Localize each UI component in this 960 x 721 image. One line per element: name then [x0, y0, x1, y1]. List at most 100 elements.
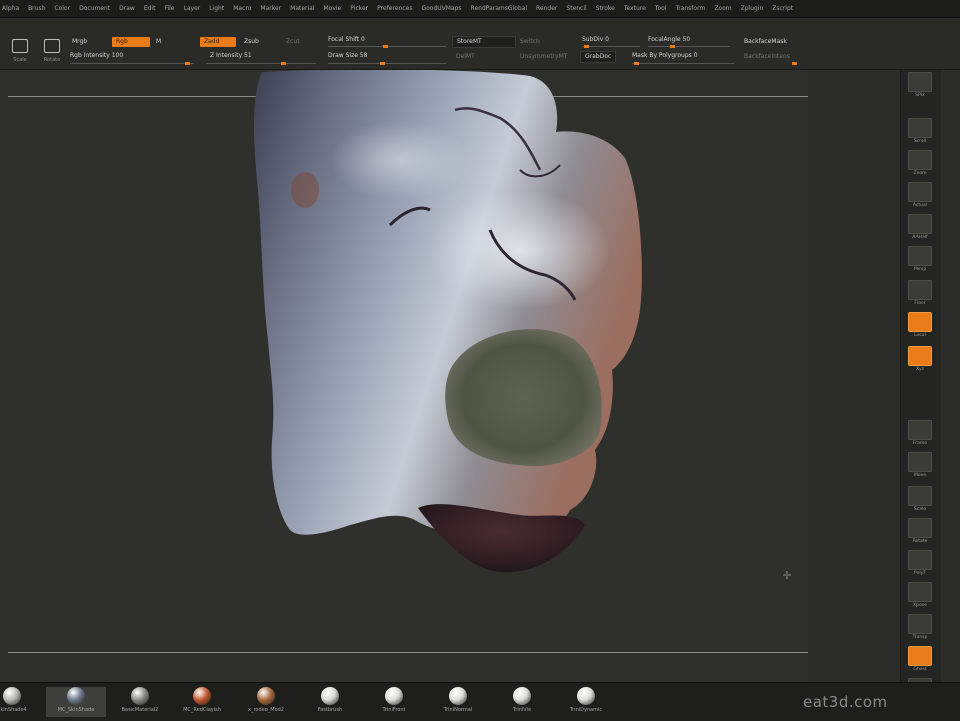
menu-item-picker[interactable]: Picker	[350, 5, 368, 12]
menu-item-transform[interactable]: Transform	[675, 5, 705, 12]
sidebar-button-label: PolyF	[914, 571, 926, 576]
polyf-icon	[908, 550, 932, 570]
mask-polygroups-track	[632, 63, 734, 64]
menu-item-tool[interactable]: Tool	[655, 5, 667, 12]
menu-item-layer[interactable]: Layer	[184, 5, 201, 12]
material-sphere-icon	[577, 687, 595, 705]
menu-item-zscript[interactable]: Zscript	[772, 5, 793, 12]
material-swatch[interactable]: TriniNormal	[428, 687, 488, 717]
sidebar-button-floor[interactable]: Floor	[906, 280, 934, 308]
material-sphere-icon	[131, 687, 149, 705]
backface-intensity-slider[interactable]: BackfaceIntens	[744, 52, 790, 62]
sidebar-button-xpose[interactable]: Xpose	[906, 582, 934, 610]
draw-size-knob[interactable]	[380, 62, 385, 65]
sidebar-button-actual[interactable]: Actual	[906, 182, 934, 210]
material-swatch[interactable]: TriniVie	[492, 687, 552, 717]
material-swatch[interactable]: TriniDynamic	[556, 687, 616, 717]
material-swatch[interactable]: Fastbrush	[300, 687, 360, 717]
sidebar-button-xyz[interactable]: Xyz	[906, 346, 934, 374]
del-mt-button[interactable]: DelMT	[456, 52, 475, 62]
menu-item-light[interactable]: Light	[209, 5, 224, 12]
menu-item-preferences[interactable]: Preferences	[377, 5, 412, 12]
focal-angle-slider[interactable]: FocalAngle 50	[648, 35, 690, 45]
sidebar-button-label: Move	[913, 473, 927, 478]
focal-shift-slider[interactable]: Focal Shift 0	[328, 35, 365, 45]
backface-mask-toggle[interactable]: BackfaceMask	[744, 37, 787, 47]
menu-item-marker[interactable]: Marker	[260, 5, 281, 12]
z-intensity-knob[interactable]	[281, 62, 286, 65]
menu-item-file[interactable]: File	[164, 5, 174, 12]
sidebar-button-transp[interactable]: Transp	[906, 614, 934, 642]
menu-item-brush[interactable]: Brush	[28, 5, 45, 12]
model-warm-spot	[291, 172, 319, 208]
menu-item-color[interactable]: Color	[54, 5, 70, 12]
mask-polygroups-slider[interactable]: Mask By Polygroups 0	[632, 51, 698, 61]
menu-item-draw[interactable]: Draw	[119, 5, 135, 12]
rotate-tool-button[interactable]: Rotate	[40, 37, 64, 65]
menu-item-rendparamsglobal[interactable]: RendParamsGlobal	[471, 5, 527, 12]
menu-item-stencil[interactable]: Stencil	[566, 5, 586, 12]
material-swatch[interactable]: MC_RedClayish	[172, 687, 232, 717]
grab-doc-button[interactable]: GrabDoc	[580, 51, 617, 63]
top-toolbar: Scale Rotate Mrgb Rgb M Rgb Intensity 10…	[0, 19, 960, 70]
material-swatch[interactable]: TriniFront	[364, 687, 424, 717]
subdiv-slider[interactable]: SubDiv 0	[582, 35, 609, 45]
zsub-toggle[interactable]: Zsub	[244, 37, 259, 47]
menu-item-macro[interactable]: Macro	[233, 5, 251, 12]
document-canvas[interactable]: ✛	[0, 70, 808, 682]
z-intensity-slider[interactable]: Z Intensity 51	[210, 51, 252, 61]
sidebar-button-frame[interactable]: Frame	[906, 420, 934, 448]
menu-item-render[interactable]: Render	[536, 5, 557, 12]
menu-item-movie[interactable]: Movie	[324, 5, 342, 12]
menu-item-material[interactable]: Material	[290, 5, 314, 12]
rgb-toggle[interactable]: Rgb	[112, 37, 150, 47]
menu-item-alpha[interactable]: Alpha	[2, 5, 19, 12]
zcut-toggle[interactable]: Zcut	[286, 37, 300, 47]
store-mt-button[interactable]: StoreMT	[452, 36, 516, 48]
subdiv-knob[interactable]	[584, 45, 589, 48]
sidebar-button-rotate[interactable]: Rotate	[906, 518, 934, 546]
menu-item-edit[interactable]: Edit	[144, 5, 156, 12]
mrgb-toggle[interactable]: Mrgb	[72, 37, 87, 47]
unsymmetry-button[interactable]: UnsymmetryMT	[520, 52, 567, 62]
m-toggle[interactable]: M	[156, 37, 161, 47]
menu-item-zoom[interactable]: Zoom	[714, 5, 731, 12]
rgb-intensity-knob[interactable]	[185, 62, 190, 65]
menu-item-zplugin[interactable]: Zplugin	[741, 5, 764, 12]
material-swatch[interactable]: x_rodeo_Mod2	[236, 687, 296, 717]
menu-item-document[interactable]: Document	[79, 5, 110, 12]
sculpt-model[interactable]	[0, 70, 808, 682]
sidebar-button-label: AAHalf	[912, 235, 928, 240]
material-sphere-icon	[257, 687, 275, 705]
sidebar-button-local[interactable]: Local	[906, 312, 934, 340]
xyz-icon	[908, 346, 932, 366]
menu-item-texture[interactable]: Texture	[624, 5, 646, 12]
sidebar-button-scroll[interactable]: Scroll	[906, 118, 934, 146]
material-swatch[interactable]: BasicMaterial2	[110, 687, 170, 717]
material-swatch[interactable]: MC_SkinShade	[46, 687, 106, 717]
mask-polygroups-knob[interactable]	[634, 62, 639, 65]
material-swatch[interactable]: SkinShade4	[0, 687, 42, 717]
focal-angle-knob[interactable]	[670, 45, 675, 48]
sidebar-button-aahalf[interactable]: AAHalf	[906, 214, 934, 242]
sidebar-button-polyf[interactable]: PolyF	[906, 550, 934, 578]
rgb-intensity-track	[70, 63, 194, 64]
scale-tool-button[interactable]: Scale	[8, 37, 32, 65]
sidebar-button-zoom[interactable]: Zoom	[906, 150, 934, 178]
menu-item-stroke[interactable]: Stroke	[596, 5, 615, 12]
sidebar-button-scale[interactable]: Scale	[906, 486, 934, 514]
sidebar-button-spix[interactable]: SPix	[906, 72, 934, 100]
rotate-tool-label: Rotate	[43, 57, 61, 63]
persp-icon	[908, 246, 932, 266]
backface-intensity-knob[interactable]	[792, 62, 797, 65]
rgb-intensity-slider[interactable]: Rgb Intensity 100	[70, 51, 123, 61]
sidebar-button-ghost[interactable]: Ghost	[906, 646, 934, 674]
sidebar-button-persp[interactable]: Persp	[906, 246, 934, 274]
menu-item-gooduvmaps[interactable]: GoodUVMaps	[421, 5, 461, 12]
zadd-toggle[interactable]: Zadd	[200, 37, 236, 47]
ghost-icon	[908, 646, 932, 666]
draw-size-slider[interactable]: Draw Size 58	[328, 51, 367, 61]
focal-shift-knob[interactable]	[383, 45, 388, 48]
switch-button[interactable]: Switch	[520, 37, 540, 47]
sidebar-button-move[interactable]: Move	[906, 452, 934, 480]
